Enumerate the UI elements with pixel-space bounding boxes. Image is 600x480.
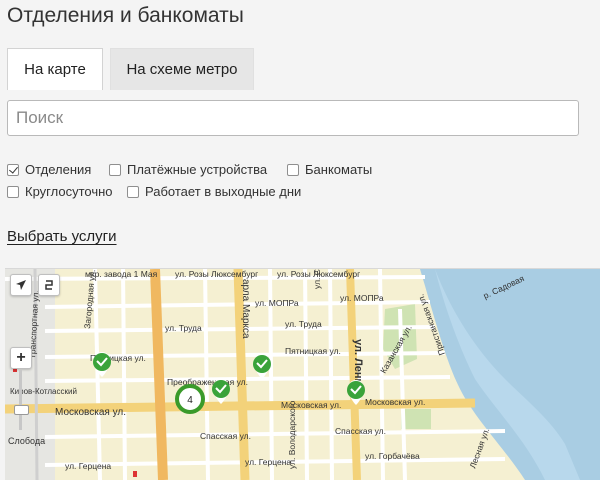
cluster-count: 4 [187, 395, 193, 406]
filter-atms-label: Банкоматы [305, 162, 373, 177]
page-title: Отделения и банкоматы [7, 4, 244, 27]
filter-24h-label: Круглосуточно [25, 184, 113, 199]
street-label: арла Маркса [240, 279, 251, 339]
filter-weekends-label: Работает в выходные дни [145, 184, 302, 199]
filter-branches-label: Отделения [25, 162, 92, 177]
street-label: ул. Труда [165, 323, 202, 333]
tab-map[interactable]: На карте [7, 48, 103, 90]
street-label: Спасская ул. [200, 431, 251, 441]
street-label: Спасская ул. [335, 426, 386, 436]
street-label: ул. Володарского [287, 400, 297, 469]
street-label: ул. Горбачёва [365, 451, 420, 461]
filter-branches[interactable]: Отделения [7, 162, 91, 177]
search-input[interactable] [7, 100, 579, 136]
view-tabs: На карте На схеме метро [7, 48, 579, 90]
cluster-marker[interactable]: 4 [175, 384, 205, 414]
route-icon[interactable] [38, 274, 60, 296]
filter-branches-checkbox[interactable] [7, 163, 19, 176]
filter-payment-devices-checkbox[interactable] [109, 163, 121, 176]
filter-payment-devices-label: Платёжные устройства [127, 162, 268, 177]
filter-24h[interactable]: Круглосуточно [7, 184, 113, 199]
filter-weekends[interactable]: Работает в выходные дни [127, 184, 301, 199]
street-label: Московская ул. [55, 407, 126, 418]
street-label: ул. Герцена [65, 461, 111, 471]
street-label: Пятницкая ул. [285, 346, 341, 356]
map[interactable]: мкр. завода 1 Мая ул. Розы Люксембург ул… [5, 268, 600, 480]
street-label: Московская ул. [365, 397, 425, 407]
tab-metro-scheme[interactable]: На схеме метро [110, 48, 254, 90]
place-label: Слобода [8, 436, 45, 446]
map-park-2 [401, 409, 431, 429]
street-label: ул. Розы Люксембург [175, 269, 258, 279]
street-label: ул. Труда [285, 319, 322, 329]
filter-atms-checkbox[interactable] [287, 163, 299, 176]
street-label: ул. Свободы [312, 269, 322, 289]
metro-marker-icon [133, 471, 137, 477]
street-label: Преображенская ул. [167, 377, 248, 387]
zoom-slider-track[interactable] [19, 370, 22, 430]
locate-arrow-icon[interactable] [10, 274, 32, 296]
filter-24h-checkbox[interactable] [7, 185, 19, 198]
filter-atms[interactable]: Банкоматы [287, 162, 372, 177]
filter-weekends-checkbox[interactable] [127, 185, 139, 198]
street-label: ул. МОПРа [340, 293, 384, 303]
street-label: ул. Герцена [245, 457, 291, 467]
street-label: ул. МОПРа [255, 298, 299, 308]
select-services-link[interactable]: Выбрать услуги [7, 228, 117, 245]
zoom-slider-handle[interactable] [14, 405, 29, 415]
zoom-in-button[interactable]: + [10, 347, 32, 369]
filter-payment-devices[interactable]: Платёжные устройства [109, 162, 267, 177]
